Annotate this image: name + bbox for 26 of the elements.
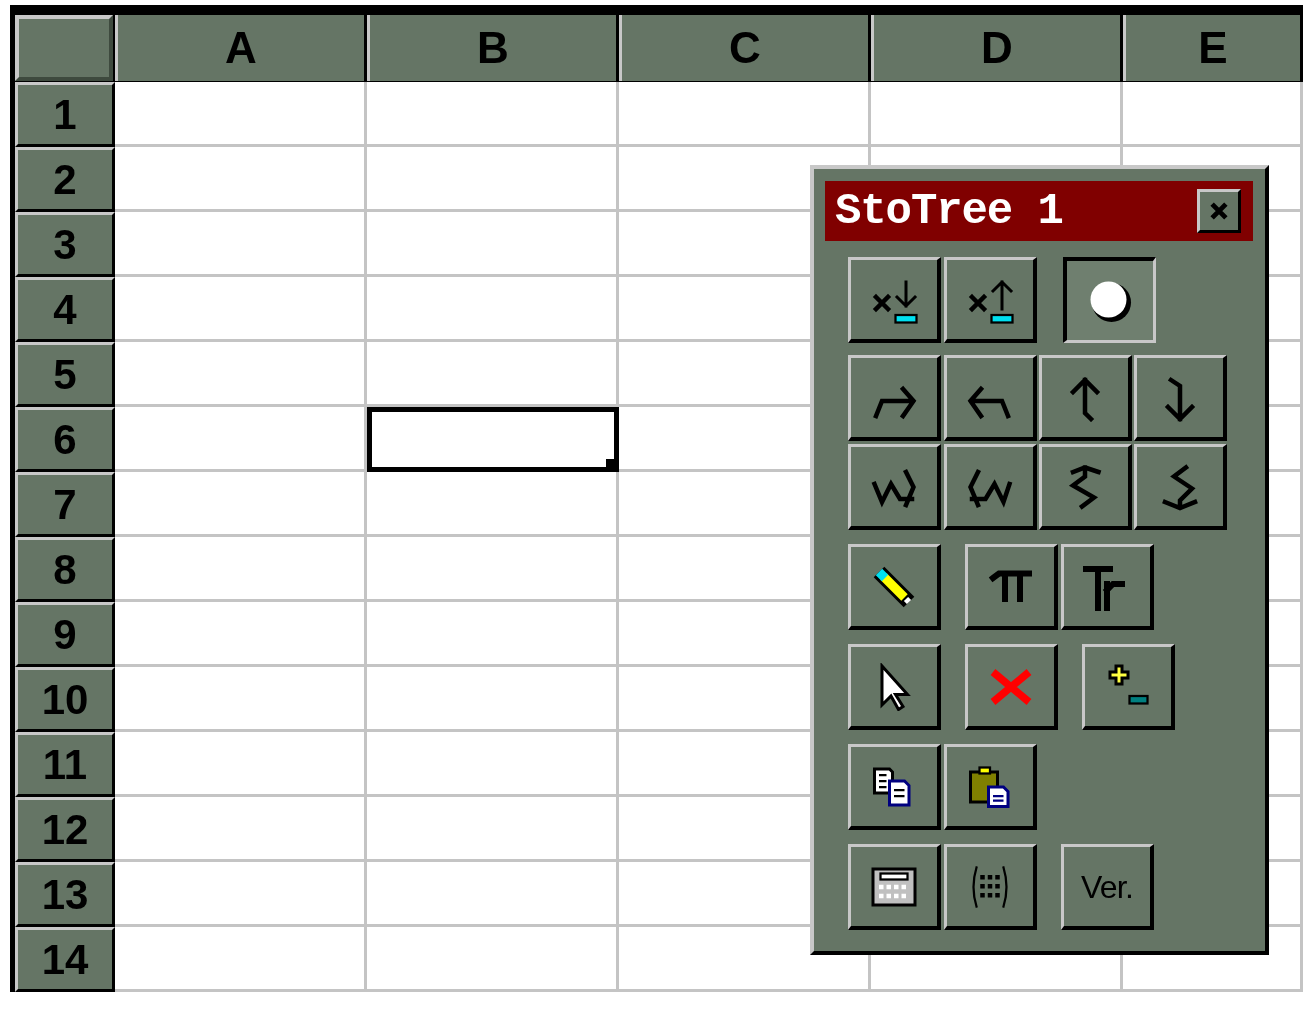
row-header[interactable]: 4 bbox=[15, 277, 115, 342]
row-header[interactable]: 13 bbox=[15, 862, 115, 927]
column-header[interactable]: B bbox=[367, 15, 619, 81]
close-button[interactable] bbox=[1197, 189, 1241, 233]
row-header[interactable]: 5 bbox=[15, 342, 115, 407]
row-header[interactable]: 8 bbox=[15, 537, 115, 602]
tool-button[interactable] bbox=[1063, 257, 1156, 343]
version-button[interactable]: Ver. bbox=[1061, 844, 1154, 930]
column-header[interactable]: A bbox=[115, 15, 367, 81]
palette-title: StoTree 1 bbox=[835, 185, 1063, 238]
row-header[interactable]: 12 bbox=[15, 797, 115, 862]
row-header[interactable]: 6 bbox=[15, 407, 115, 472]
column-header[interactable]: C bbox=[619, 15, 871, 81]
row-header[interactable]: 10 bbox=[15, 667, 115, 732]
row-header[interactable]: 14 bbox=[15, 927, 115, 992]
row-header[interactable]: 9 bbox=[15, 602, 115, 667]
row-header[interactable]: 7 bbox=[15, 472, 115, 537]
close-icon bbox=[1208, 200, 1230, 222]
select-all-corner[interactable] bbox=[15, 15, 113, 81]
row-header[interactable]: 2 bbox=[15, 147, 115, 212]
column-header[interactable]: E bbox=[1123, 15, 1303, 81]
table-cell[interactable] bbox=[367, 407, 619, 472]
row-header[interactable]: 3 bbox=[15, 212, 115, 277]
column-header[interactable]: D bbox=[871, 15, 1123, 81]
row-header[interactable]: 1 bbox=[15, 82, 115, 147]
row-header[interactable]: 11 bbox=[15, 732, 115, 797]
